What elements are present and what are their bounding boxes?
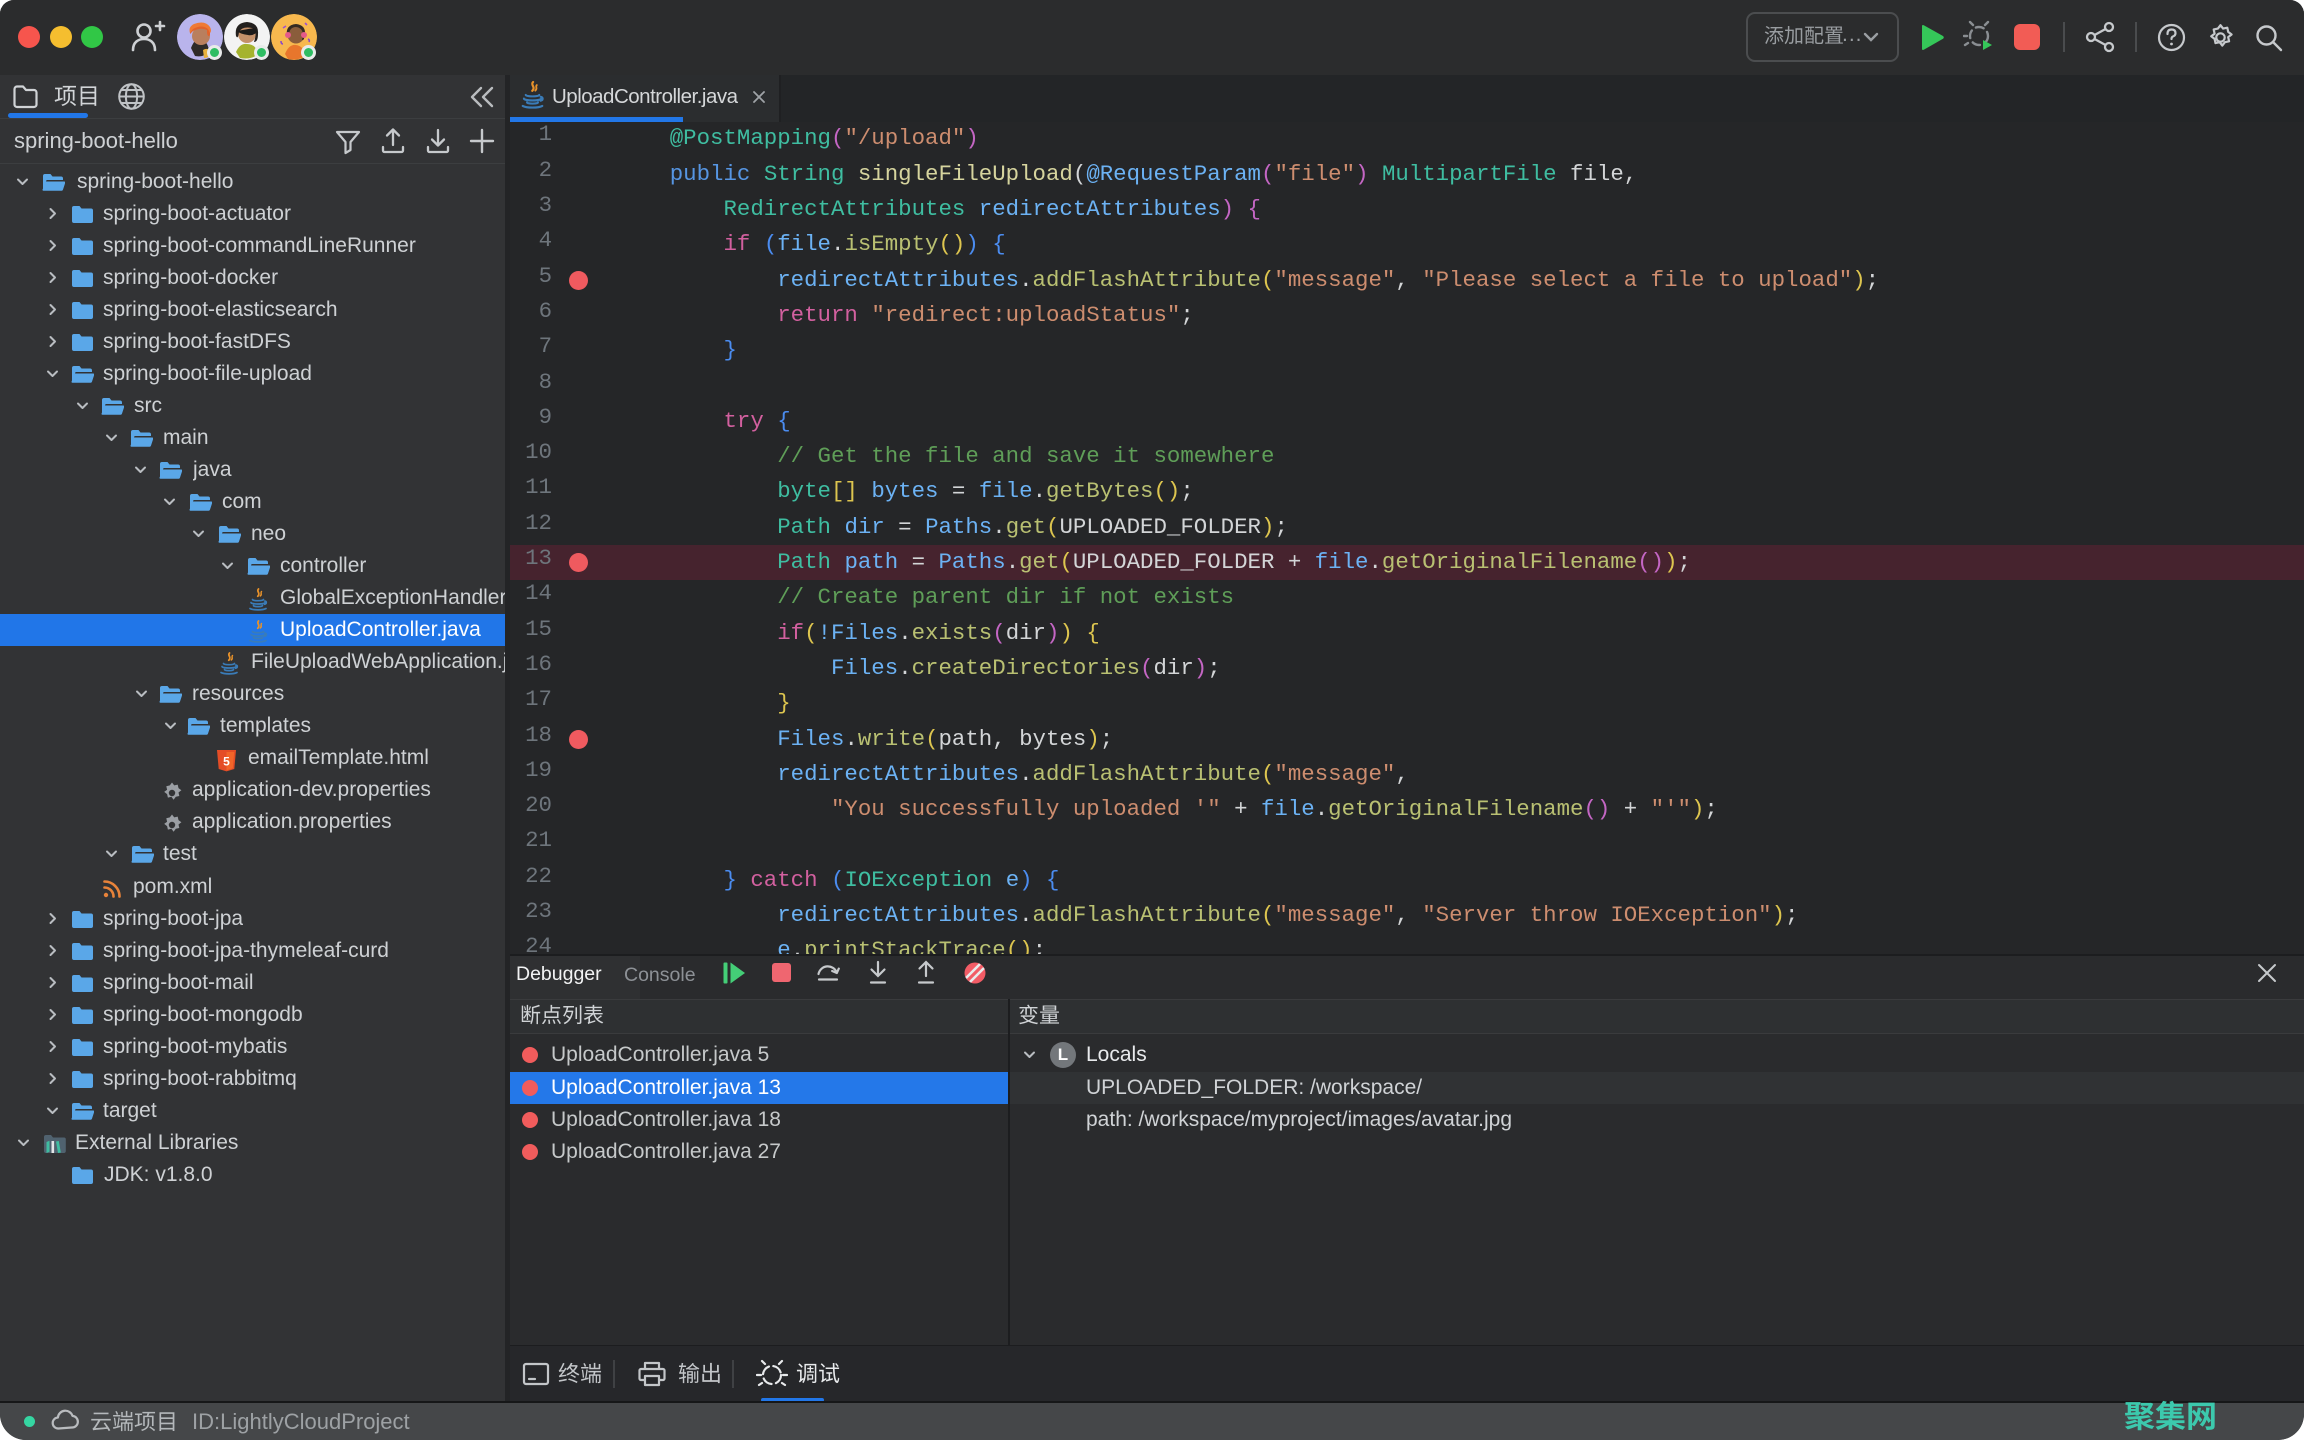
svg-text:5: 5 <box>223 755 230 769</box>
